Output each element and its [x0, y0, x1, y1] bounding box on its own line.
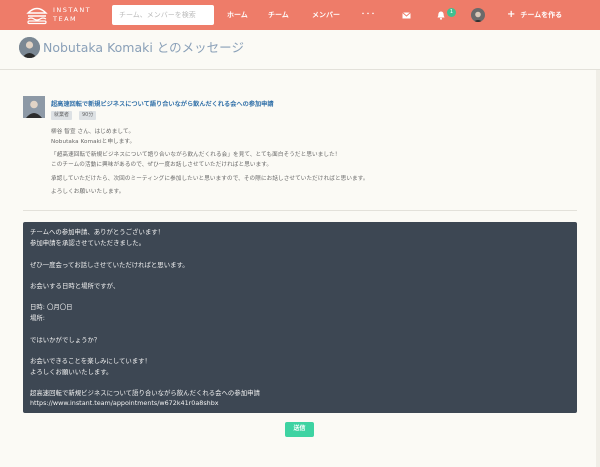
brand-line-2: TEAM	[53, 15, 78, 23]
section-divider	[23, 210, 577, 211]
message-body-line: Nobutaka Komakiと申します。	[51, 139, 136, 145]
brand-text: INSTANT TEAM	[53, 6, 91, 24]
reply-line: ではいかがでしょうか？	[30, 336, 101, 344]
top-navbar: INSTANT TEAM チーム、メンバーを検索 ホーム チーム メンバー ・・…	[0, 0, 600, 30]
reply-line: 日時: 〇月〇日	[30, 303, 73, 311]
message-body-line: このチームの活動に興味があるので、ぜひ一度お話しさせていただければと思います。	[51, 162, 273, 168]
nav-member[interactable]: メンバー	[312, 0, 340, 30]
partner-avatar[interactable]	[19, 37, 40, 58]
mail-icon[interactable]	[402, 0, 411, 30]
create-team-button[interactable]: + チームを作る	[507, 0, 562, 30]
reply-line: お会いする日時と場所ですが、	[30, 282, 120, 290]
plus-icon: +	[507, 9, 516, 20]
tag-employment: 就業者	[51, 111, 73, 120]
reply-line: https://www.instant.team/appointments/w6…	[30, 399, 219, 407]
tag-duration: 90分	[79, 111, 97, 120]
brand-line-1: INSTANT	[53, 6, 92, 14]
reply-line: 超高速回転で新規ビジネスについて語り合いながら飲んだくれる会への参加申請	[30, 389, 260, 397]
message-body-line: よろしくお願いいたします。	[51, 189, 125, 195]
user-avatar[interactable]	[471, 8, 485, 22]
create-team-label: チームを作る	[520, 11, 563, 19]
burger-logo-icon	[26, 7, 48, 25]
message-body-line: 承認していただけたら、次回のミーティングに参加したいと思いますので、その際にお話…	[51, 176, 369, 182]
application-title-link[interactable]: 超高速回転で新規ビジネスについて語り合いながら飲んだくれる会への参加申請	[51, 99, 274, 108]
message-body-line: 「超高速回転で新規ビジネスについて語り合いながら飲んだくれる会」を見て、とても面…	[51, 152, 341, 158]
bell-icon[interactable]	[437, 0, 445, 30]
nav-team[interactable]: チーム	[268, 0, 289, 30]
page-header: Nobutaka Komaki とのメッセージ	[0, 30, 600, 70]
nav-home[interactable]: ホーム	[227, 0, 248, 30]
right-edge-shadow	[596, 70, 600, 467]
send-button[interactable]: 送信	[285, 422, 314, 437]
reply-line: よろしくお願いいたします。	[30, 368, 113, 376]
nav-more[interactable]: ・・・	[360, 0, 376, 30]
reply-line: お会いできることを楽しみにしています！	[30, 357, 151, 365]
reply-line: 参加申請を承認させていただきました。	[30, 239, 146, 247]
reply-line: ぜひ一度会ってお話しさせていただければと思います。	[30, 261, 189, 269]
notification-badge: 1	[447, 8, 456, 17]
reply-line: チームへの参加申請、ありがとうございます！	[30, 228, 165, 236]
search-input[interactable]: チーム、メンバーを検索	[112, 5, 214, 25]
sender-thumbnail[interactable]	[23, 96, 45, 118]
reply-line: 場所:	[30, 314, 45, 322]
message-body-line: 柳谷 智宣 さん、はじめまして。	[51, 129, 135, 135]
reply-textarea[interactable]: チームへの参加申請、ありがとうございます！ 参加申請を承認させていただきました。…	[23, 222, 577, 413]
page-title: Nobutaka Komaki とのメッセージ	[43, 40, 244, 55]
